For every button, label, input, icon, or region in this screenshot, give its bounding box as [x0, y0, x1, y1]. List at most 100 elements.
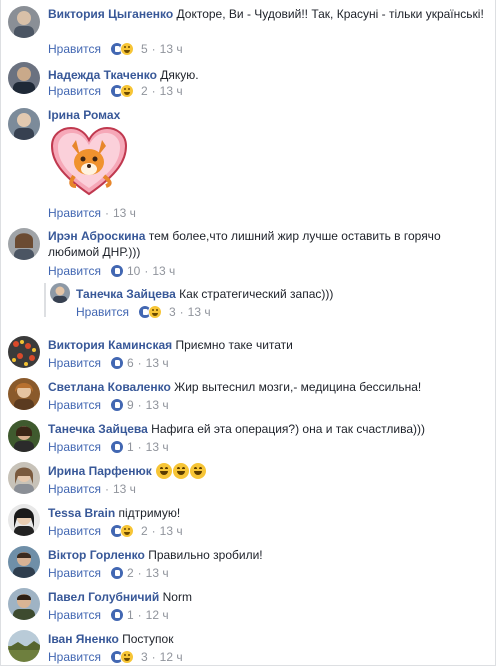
separator: ·	[137, 355, 142, 370]
reactions-icon[interactable]	[109, 565, 124, 581]
avatar[interactable]	[8, 62, 40, 94]
reactions-icon[interactable]	[109, 523, 138, 539]
haha-icon	[119, 649, 134, 664]
separator: ·	[137, 439, 142, 454]
reaction-count[interactable]: 9	[127, 398, 134, 412]
like-button[interactable]: Нравится	[76, 305, 129, 319]
timestamp[interactable]: 13 ч	[146, 356, 169, 370]
like-button[interactable]: Нравится	[48, 264, 101, 278]
laughing-emoji-icon	[190, 462, 207, 479]
timestamp[interactable]: 13 ч	[160, 524, 183, 538]
thumb-icon	[109, 263, 124, 278]
timestamp[interactable]: 13 ч	[146, 440, 169, 454]
reaction-count[interactable]: 5	[141, 42, 148, 56]
reaction-count[interactable]: 1	[127, 608, 134, 622]
separator: ·	[151, 83, 156, 98]
like-button[interactable]: Нравится	[48, 482, 101, 496]
like-button[interactable]: Нравится	[48, 356, 101, 370]
avatar[interactable]	[8, 630, 40, 662]
reactions-icon[interactable]	[137, 304, 166, 320]
reaction-count[interactable]: 2	[141, 524, 148, 538]
reactions-icon[interactable]	[109, 41, 138, 57]
separator: ·	[179, 304, 184, 319]
avatar[interactable]	[8, 546, 40, 578]
separator: ·	[151, 41, 156, 56]
avatar[interactable]	[8, 462, 40, 494]
laughing-emoji-icon	[156, 462, 173, 479]
like-button[interactable]: Нравится	[48, 566, 101, 580]
reactions-icon[interactable]	[109, 439, 124, 455]
comment-text: Докторе, Ви - Чудовий!! Так, Красуні - т…	[176, 7, 484, 21]
separator: ·	[137, 397, 142, 412]
reaction-count[interactable]: 2	[127, 566, 134, 580]
like-button[interactable]: Нравится	[48, 398, 101, 412]
reactions-icon[interactable]	[109, 83, 138, 99]
author-name[interactable]: Tessa Brain	[48, 506, 115, 520]
avatar[interactable]	[8, 588, 40, 620]
author-name[interactable]: Ірина Ромах	[48, 108, 120, 122]
comment-text: Norm	[162, 589, 192, 604]
like-button[interactable]: Нравится	[48, 206, 101, 220]
fox-heart-sticker[interactable]	[50, 126, 128, 196]
timestamp[interactable]: 13 ч	[146, 398, 169, 412]
reactions-icon[interactable]	[109, 607, 124, 623]
author-name[interactable]: Светлана Коваленко	[48, 380, 171, 394]
haha-icon	[147, 304, 162, 319]
reaction-count[interactable]: 10	[127, 264, 140, 278]
like-button[interactable]: Нравится	[48, 440, 101, 454]
reaction-count[interactable]: 6	[127, 356, 134, 370]
like-button[interactable]: Нравится	[48, 84, 101, 98]
avatar[interactable]	[8, 378, 40, 410]
comment-text: Дякую.	[160, 67, 199, 82]
haha-icon	[119, 41, 134, 56]
reaction-count[interactable]: 3	[141, 650, 148, 664]
avatar[interactable]	[8, 504, 40, 536]
avatar[interactable]	[50, 283, 70, 303]
author-name[interactable]: Надежда Ткаченко	[48, 68, 157, 82]
thumb-icon	[109, 397, 124, 412]
timestamp[interactable]: 13 ч	[188, 305, 211, 319]
thumb-icon	[109, 607, 124, 622]
timestamp[interactable]: 12 ч	[160, 650, 183, 664]
avatar[interactable]	[8, 228, 40, 260]
timestamp[interactable]: 13 ч	[160, 84, 183, 98]
thumb-icon	[109, 565, 124, 580]
separator: ·	[151, 523, 156, 538]
timestamp[interactable]: 12 ч	[146, 608, 169, 622]
reactions-icon[interactable]	[109, 355, 124, 371]
author-name[interactable]: Танечка Зайцева	[48, 422, 148, 436]
comment-text: Жир вытеснил мозги,- медицина бессильна!	[174, 379, 422, 394]
author-name[interactable]: Виктория Цыганенко	[48, 7, 173, 21]
author-name[interactable]: Танечка Зайцева	[76, 287, 176, 301]
comment-text: Как стратегический запас)))	[179, 286, 334, 301]
like-button[interactable]: Нравится	[48, 524, 101, 538]
separator: ·	[144, 263, 149, 278]
reaction-count[interactable]: 3	[169, 305, 176, 319]
reply-thread-line	[44, 283, 46, 317]
avatar[interactable]	[8, 6, 40, 38]
author-name[interactable]: Іван Яненко	[48, 632, 119, 646]
avatar[interactable]	[8, 336, 40, 368]
reaction-count[interactable]: 2	[141, 84, 148, 98]
like-button[interactable]: Нравится	[48, 608, 101, 622]
author-name[interactable]: Ирина Парфенюк	[48, 464, 152, 478]
reactions-icon[interactable]	[109, 397, 124, 413]
author-name[interactable]: Виктория Каминская	[48, 338, 172, 352]
like-button[interactable]: Нравится	[48, 650, 101, 664]
timestamp[interactable]: 13 ч	[160, 42, 183, 56]
haha-icon	[119, 523, 134, 538]
timestamp[interactable]: 13 ч	[146, 566, 169, 580]
author-name[interactable]: Віктор Горленко	[48, 548, 145, 562]
timestamp[interactable]: 13 ч	[113, 206, 136, 220]
author-name[interactable]: Ирэн Аброскина	[48, 229, 145, 243]
like-button[interactable]: Нравится	[48, 42, 101, 56]
reaction-count[interactable]: 1	[127, 440, 134, 454]
separator: ·	[151, 649, 156, 664]
avatar[interactable]	[8, 108, 40, 140]
timestamp[interactable]: 13 ч	[152, 264, 175, 278]
avatar[interactable]	[8, 420, 40, 452]
author-name[interactable]: Павел Голубничий	[48, 590, 159, 604]
reactions-icon[interactable]	[109, 263, 124, 279]
reactions-icon[interactable]	[109, 649, 138, 665]
timestamp[interactable]: 13 ч	[113, 482, 136, 496]
